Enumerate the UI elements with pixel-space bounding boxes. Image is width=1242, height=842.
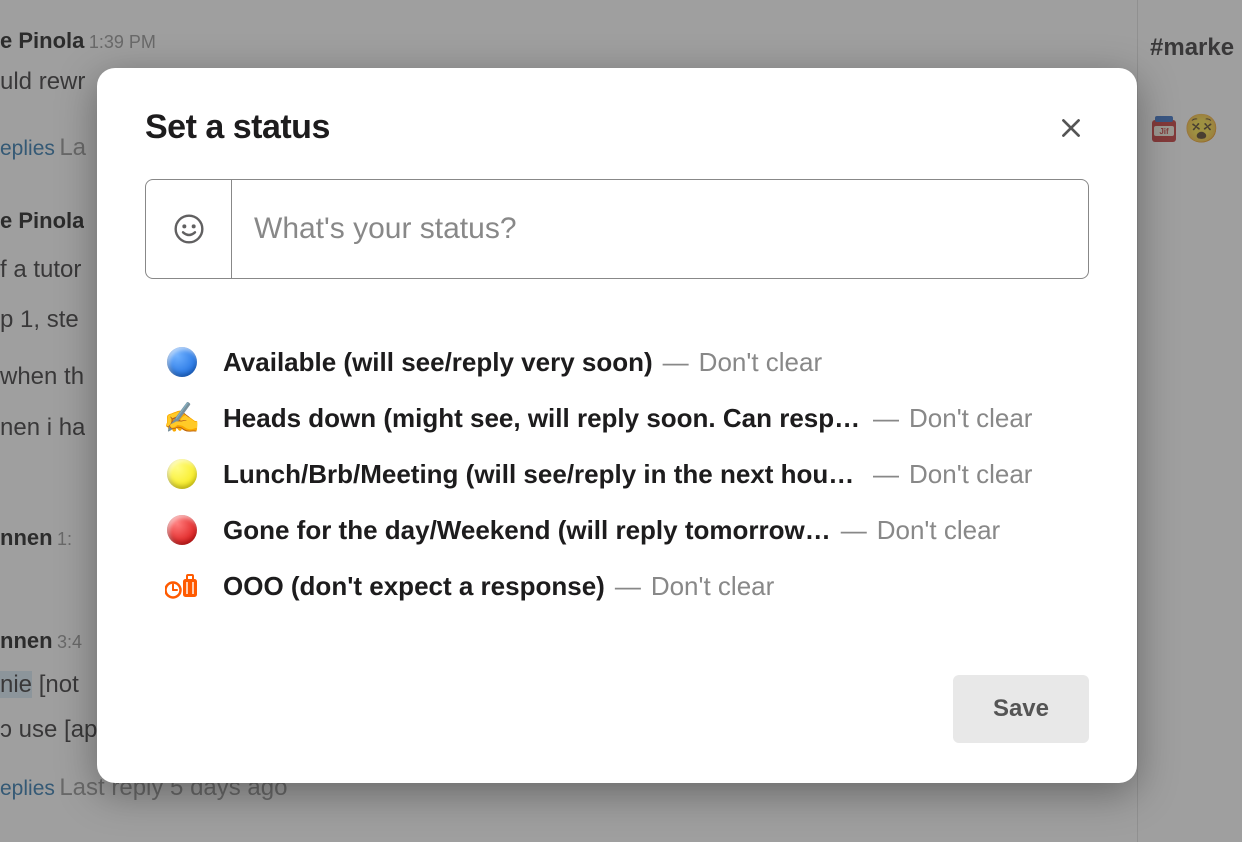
status-option-label: Lunch/Brb/Meeting (will see/reply in the… [223, 459, 863, 490]
modal-title: Set a status [145, 108, 330, 147]
modal-footer: Save [953, 675, 1089, 743]
ooo-luggage-icon [165, 569, 199, 603]
status-clear-label: Don't clear [909, 403, 1032, 434]
blue-circle-icon [165, 345, 199, 379]
status-option-label: OOO (don't expect a response) [223, 571, 605, 602]
red-circle-icon [165, 513, 199, 547]
status-input-container [145, 179, 1089, 279]
status-option-label: Gone for the day/Weekend (will reply tom… [223, 515, 831, 546]
status-options-list: Available (will see/reply very soon) — D… [145, 334, 1089, 614]
status-option-label: Available (will see/reply very soon) [223, 347, 653, 378]
separator: — [873, 459, 899, 490]
status-text-input[interactable] [232, 212, 1088, 246]
status-clear-label: Don't clear [699, 347, 822, 378]
status-option-heads-down[interactable]: ✍️ Heads down (might see, will reply soo… [145, 390, 1089, 446]
status-clear-label: Don't clear [909, 459, 1032, 490]
separator: — [873, 403, 899, 434]
status-clear-label: Don't clear [877, 515, 1000, 546]
separator: — [841, 515, 867, 546]
status-option-available[interactable]: Available (will see/reply very soon) — D… [145, 334, 1089, 390]
separator: — [663, 347, 689, 378]
status-option-gone[interactable]: Gone for the day/Weekend (will reply tom… [145, 502, 1089, 558]
modal-header: Set a status [145, 108, 1089, 147]
status-option-ooo[interactable]: OOO (don't expect a response) — Don't cl… [145, 558, 1089, 614]
smile-icon [173, 213, 205, 245]
close-icon [1058, 115, 1084, 141]
status-clear-label: Don't clear [651, 571, 774, 602]
emoji-picker-button[interactable] [146, 180, 232, 278]
status-option-label: Heads down (might see, will reply soon. … [223, 403, 863, 434]
close-button[interactable] [1053, 110, 1089, 146]
status-option-lunch[interactable]: Lunch/Brb/Meeting (will see/reply in the… [145, 446, 1089, 502]
save-button[interactable]: Save [953, 675, 1089, 743]
yellow-circle-icon [165, 457, 199, 491]
status-modal: Set a status Available (will see/reply v… [97, 68, 1137, 783]
writing-hand-icon: ✍️ [165, 401, 199, 435]
separator: — [615, 571, 641, 602]
